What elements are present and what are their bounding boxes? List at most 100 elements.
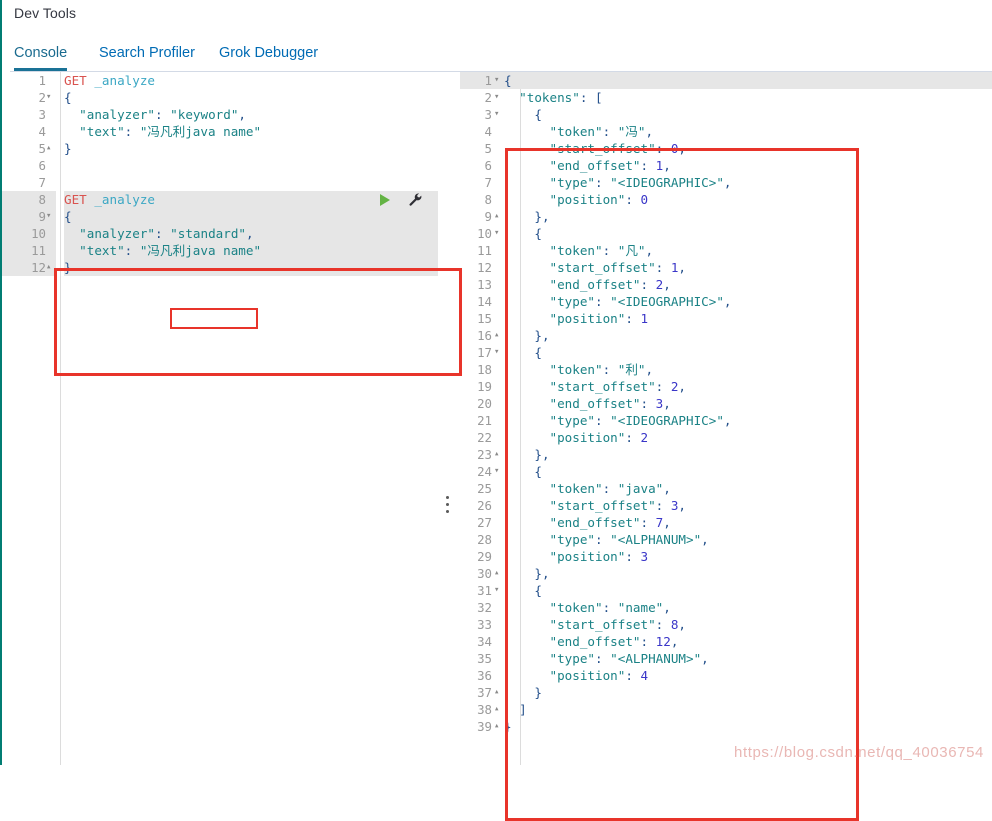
chevron-down-icon[interactable]: ▾ (494, 582, 499, 599)
fold-row[interactable]: ▾ (494, 72, 504, 89)
code-token: , (701, 532, 709, 547)
fold-row[interactable]: ▴ (494, 565, 504, 582)
tab-search-profiler[interactable]: Search Profiler (99, 38, 195, 71)
tab-console[interactable]: Console (14, 38, 68, 71)
code-token: , (246, 226, 254, 241)
fold-row (494, 157, 504, 174)
fold-row (494, 599, 504, 616)
request-editor-pane[interactable]: 1 2 3 4 5 6 7 8 9 10 11 12 ▾ ▴ ▾ ▴ GET _analyze{ "anal… (2, 72, 438, 765)
chevron-down-icon[interactable]: ▾ (494, 463, 499, 480)
fold-row (46, 242, 56, 259)
code-token: "token" (549, 243, 603, 258)
code-line: { (504, 106, 992, 123)
code-token: 4 (640, 668, 649, 683)
code-token: : (595, 175, 611, 190)
code-line[interactable]: { (64, 208, 438, 225)
editor-code-content[interactable]: GET _analyze{ "analyzer": "keyword", "te… (64, 72, 438, 765)
chevron-down-icon[interactable]: ▾ (46, 89, 51, 106)
fold-row (494, 191, 504, 208)
code-token: : (655, 617, 671, 632)
code-line[interactable]: GET _analyze (64, 72, 438, 89)
fold-row[interactable]: ▴ (494, 701, 504, 718)
code-token: } (534, 328, 542, 343)
fold-row[interactable]: ▾ (494, 463, 504, 480)
chevron-up-icon[interactable]: ▴ (494, 208, 499, 225)
editor-fold-gutter[interactable]: ▾ ▴ ▾ ▴ (46, 72, 56, 765)
fold-row (494, 123, 504, 140)
chevron-up-icon[interactable]: ▴ (494, 446, 499, 463)
chevron-up-icon[interactable]: ▴ (494, 327, 499, 344)
code-token: "start_offset" (549, 141, 656, 156)
chevron-down-icon[interactable]: ▾ (494, 225, 499, 242)
chevron-up-icon[interactable]: ▴ (494, 684, 499, 701)
code-token: ] (519, 702, 527, 717)
code-token: "<IDEOGRAPHIC>" (610, 294, 724, 309)
chevron-up-icon[interactable]: ▴ (494, 718, 499, 735)
code-line: "start_offset": 8, (504, 616, 992, 633)
chevron-up-icon[interactable]: ▴ (494, 701, 499, 718)
fold-row[interactable]: ▴ (46, 140, 56, 157)
code-line: } (504, 718, 992, 735)
code-token: : (602, 481, 618, 496)
fold-row[interactable]: ▴ (494, 446, 504, 463)
fold-row[interactable]: ▾ (494, 344, 504, 361)
fold-row[interactable]: ▾ (494, 225, 504, 242)
code-line[interactable]: } (64, 259, 438, 276)
pane-resize-handle[interactable] (444, 496, 450, 518)
code-line[interactable]: "text": "冯凡利java name" (64, 123, 438, 140)
fold-row[interactable]: ▴ (494, 684, 504, 701)
code-line: "position": 4 (504, 667, 992, 684)
code-line[interactable]: GET _analyze (64, 191, 438, 208)
fold-row (494, 548, 504, 565)
fold-row[interactable]: ▾ (494, 106, 504, 123)
code-line[interactable]: "analyzer": "standard", (64, 225, 438, 242)
chevron-down-icon[interactable]: ▾ (494, 89, 499, 106)
chevron-down-icon[interactable]: ▾ (494, 344, 499, 361)
fold-row[interactable]: ▴ (46, 259, 56, 276)
output-fold-gutter[interactable]: ▾ ▾ ▾ ▴ ▾ ▴ ▾ ▴ ▾ ▴ ▾ ▴ ▴ ▴ (494, 72, 504, 765)
code-line[interactable] (64, 174, 438, 191)
code-line: { (504, 72, 992, 89)
code-token: } (534, 566, 542, 581)
chevron-up-icon[interactable]: ▴ (46, 259, 51, 276)
fold-row[interactable]: ▴ (494, 208, 504, 225)
fold-row[interactable]: ▾ (494, 89, 504, 106)
fold-row (494, 242, 504, 259)
code-line: "start_offset": 2, (504, 378, 992, 395)
chevron-down-icon[interactable]: ▾ (494, 106, 499, 123)
code-line[interactable]: "analyzer": "keyword", (64, 106, 438, 123)
chevron-up-icon[interactable]: ▴ (46, 140, 51, 157)
code-token: , (723, 413, 732, 428)
tab-grok-debugger[interactable]: Grok Debugger (219, 38, 318, 71)
response-output-pane[interactable]: 1 2 3 4 5 6 7 8 9 10 11 12 13 14 15 16 17 18 19 20 21 22 23 24 2… (460, 72, 992, 765)
code-line[interactable]: "text": "冯凡利java name" (64, 242, 438, 259)
fold-row[interactable]: ▴ (494, 327, 504, 344)
chevron-up-icon[interactable]: ▴ (494, 565, 499, 582)
fold-row[interactable]: ▴ (494, 718, 504, 735)
chevron-down-icon[interactable]: ▾ (46, 208, 51, 225)
code-line: "type": "<IDEOGRAPHIC>", (504, 412, 992, 429)
play-icon[interactable] (380, 194, 390, 206)
code-token: "token" (549, 362, 603, 377)
code-token: "冯凡利java name" (139, 243, 262, 258)
code-line: "token": "java", (504, 480, 992, 497)
code-line[interactable] (64, 157, 438, 174)
code-token: : (655, 141, 671, 156)
code-line[interactable]: { (64, 89, 438, 106)
code-line[interactable]: } (64, 140, 438, 157)
code-line: { (504, 344, 992, 361)
fold-row[interactable]: ▾ (46, 208, 56, 225)
code-token: "<IDEOGRAPHIC>" (610, 413, 724, 428)
code-line: "token": "凡", (504, 242, 992, 259)
code-token: : (625, 668, 641, 683)
fold-row[interactable]: ▾ (494, 582, 504, 599)
chevron-down-icon[interactable]: ▾ (494, 72, 499, 89)
fold-row[interactable]: ▾ (46, 89, 56, 106)
code-line: "start_offset": 3, (504, 497, 992, 514)
